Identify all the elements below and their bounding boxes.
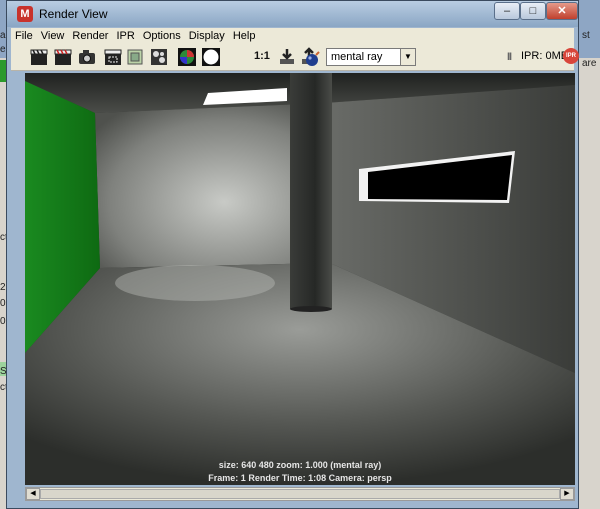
close-button[interactable]: ✕ bbox=[546, 2, 578, 20]
menu-bar: File View Render IPR Options Display Hel… bbox=[11, 28, 574, 44]
pillar bbox=[290, 73, 332, 309]
maximize-button[interactable]: □ bbox=[520, 2, 546, 20]
menu-options[interactable]: Options bbox=[139, 30, 185, 42]
menu-render[interactable]: Render bbox=[68, 30, 112, 42]
menu-view[interactable]: View bbox=[37, 30, 69, 42]
bomb-icon[interactable] bbox=[303, 48, 323, 68]
scroll-right-icon[interactable]: ▶ bbox=[560, 488, 574, 500]
menu-display[interactable]: Display bbox=[185, 30, 229, 42]
ipr-memory-readout: IPR: 0MB bbox=[521, 50, 569, 62]
ipr-icon[interactable]: IPR bbox=[563, 48, 579, 64]
chevron-down-icon[interactable]: ▼ bbox=[400, 49, 415, 65]
renderer-select[interactable]: mental ray ▼ bbox=[326, 48, 416, 66]
scrollbar-thumb[interactable] bbox=[40, 489, 560, 499]
clapper-icon[interactable] bbox=[29, 47, 49, 67]
rendered-image bbox=[25, 73, 575, 485]
background-label: are bbox=[582, 58, 597, 69]
background-label: 2 bbox=[0, 282, 6, 293]
clapper-region-icon[interactable] bbox=[103, 47, 123, 67]
renderer-value: mental ray bbox=[331, 51, 383, 63]
background-label: st bbox=[582, 30, 590, 41]
window-title: Render View bbox=[39, 7, 108, 21]
render-info-frame: Frame: 1 Render Time: 1:08 Camera: persp bbox=[208, 473, 392, 483]
maya-icon: M bbox=[17, 6, 33, 22]
pause-ipr-button[interactable]: II bbox=[507, 51, 512, 63]
alpha-channel-icon[interactable] bbox=[201, 47, 221, 67]
scroll-left-icon[interactable]: ◀ bbox=[26, 488, 40, 500]
horizontal-scrollbar[interactable]: ◀ ▶ bbox=[25, 487, 575, 501]
pillar-base bbox=[290, 306, 332, 312]
real-size-button[interactable]: 1:1 bbox=[254, 50, 270, 62]
keep-image-icon[interactable] bbox=[277, 47, 297, 67]
film-reel-icon[interactable] bbox=[149, 47, 169, 67]
snapshot-icon[interactable] bbox=[125, 47, 145, 67]
menu-help[interactable]: Help bbox=[229, 30, 260, 42]
minimize-button[interactable]: – bbox=[494, 2, 520, 20]
render-info-size: size: 640 480 zoom: 1.000 (mental ray) bbox=[218, 460, 382, 470]
toolbar: 1:1 mental ray ▼ II IPR: 0MB IPR bbox=[11, 44, 579, 71]
menu-file[interactable]: File bbox=[11, 30, 37, 42]
clapper-red-icon[interactable] bbox=[53, 47, 73, 67]
render-viewport[interactable]: size: 640 480 zoom: 1.000 (mental ray) F… bbox=[25, 73, 575, 485]
title-bar[interactable]: M Render View – □ ✕ bbox=[7, 1, 578, 27]
menu-ipr[interactable]: IPR bbox=[112, 30, 138, 42]
render-view-window: M Render View – □ ✕ File View Render IPR… bbox=[6, 0, 579, 509]
floor-light-spill bbox=[115, 265, 275, 301]
rgb-channels-icon[interactable] bbox=[177, 47, 197, 67]
camera-icon[interactable] bbox=[77, 47, 97, 67]
